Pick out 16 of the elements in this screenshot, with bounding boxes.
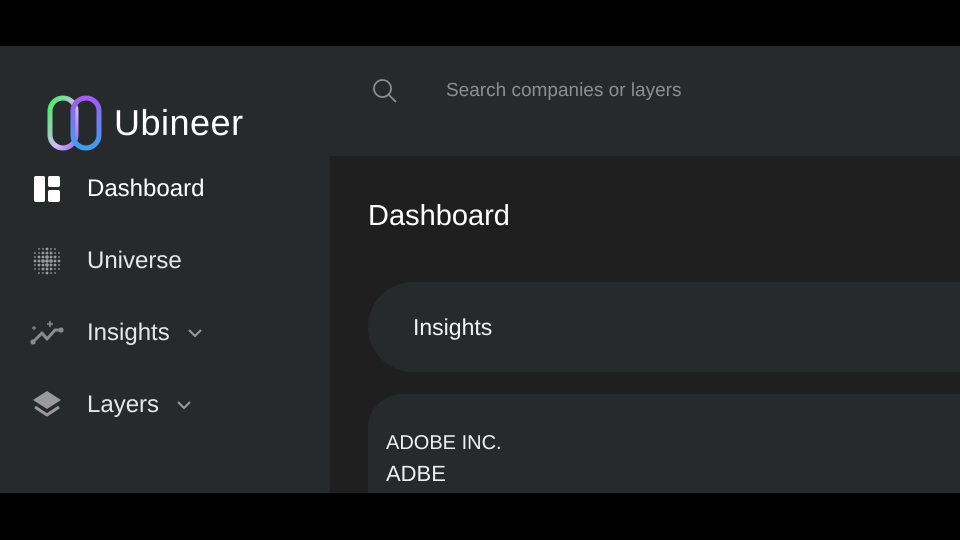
insights-bar[interactable]: Insights [368,282,960,372]
chevron-down-icon [188,328,202,338]
dot-grid-icon [32,246,62,276]
sidebar-item[interactable]: Insights [30,310,202,356]
sidebar-item[interactable]: Layers [30,382,192,428]
chevron-down-icon [177,400,192,410]
search-icon [372,78,398,104]
ticker-symbol: ADBE [386,461,447,487]
dashboard-icon [33,175,61,203]
search-field[interactable]: Search companies or layers [372,78,806,104]
trend-line-icon [30,320,64,346]
brand-name: Ubineer [114,102,244,144]
page-title: Dashboard [368,200,511,234]
sidebar-item[interactable]: Universe [30,238,182,284]
company-name: ADOBE INC. [386,432,503,455]
sidebar-item[interactable]: Dashboard [30,166,204,212]
